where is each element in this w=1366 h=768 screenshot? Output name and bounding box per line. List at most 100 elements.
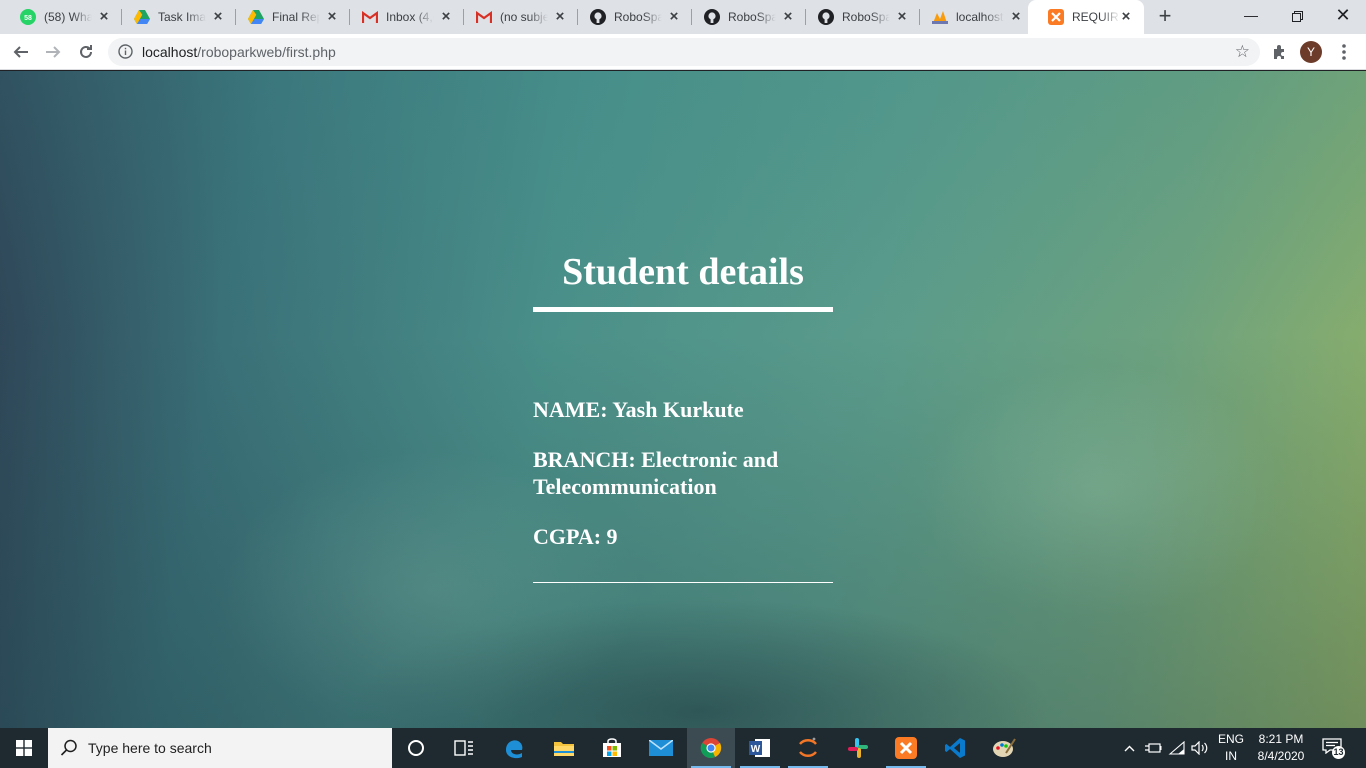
search-icon xyxy=(60,739,78,762)
forward-button[interactable] xyxy=(39,38,67,66)
edge-icon[interactable] xyxy=(490,728,538,768)
store-icon[interactable] xyxy=(588,728,636,768)
restore-button[interactable] xyxy=(1274,0,1320,30)
student-branch: BRANCH: Electronic and Telecommunication xyxy=(533,447,779,499)
mail-icon[interactable] xyxy=(637,728,685,768)
close-icon[interactable]: × xyxy=(96,9,112,25)
file-explorer-icon[interactable] xyxy=(540,728,588,768)
whatsapp-icon: 58 xyxy=(20,9,36,25)
search-placeholder: Type here to search xyxy=(88,740,212,756)
tab-title: REQUIRE xyxy=(1072,10,1120,24)
gmail-icon xyxy=(476,9,492,25)
browser-toolbar: localhost/roboparkweb/first.php ☆ xyxy=(0,34,1366,70)
close-icon[interactable]: × xyxy=(324,9,340,25)
windows-taskbar: Type here to search W ENG IN 8:21 PM 8/4… xyxy=(0,728,1366,768)
task-view-icon[interactable] xyxy=(440,728,488,768)
bottom-divider xyxy=(533,582,833,583)
tab-title: RoboSpark xyxy=(614,10,662,24)
wifi-icon[interactable] xyxy=(1167,728,1187,768)
vscode-icon[interactable] xyxy=(931,728,979,768)
student-name: NAME: Yash Kurkute xyxy=(533,397,744,422)
slack-icon[interactable] xyxy=(834,728,882,768)
back-button[interactable] xyxy=(7,38,35,66)
region-code: IN xyxy=(1225,749,1237,763)
page-title: Student details xyxy=(533,249,833,312)
new-tab-button[interactable]: + xyxy=(1153,5,1177,29)
close-icon[interactable]: × xyxy=(438,9,454,25)
tab-github-3[interactable]: RoboSpark × xyxy=(798,0,920,34)
tab-title: (no subject xyxy=(500,10,548,24)
tab-title: Inbox (4,6 xyxy=(386,10,434,24)
language-code: ENG xyxy=(1217,732,1244,746)
tab-github-1[interactable]: RoboSpark × xyxy=(570,0,692,34)
tab-xampp-active[interactable]: REQUIRE × xyxy=(1028,0,1144,34)
browser-menu-button[interactable] xyxy=(1330,38,1358,66)
forward-arrow-icon xyxy=(46,46,61,58)
close-window-button[interactable]: ✕ xyxy=(1320,0,1366,30)
chrome-icon[interactable] xyxy=(687,728,735,768)
github-icon xyxy=(704,9,720,25)
tab-strip: 58 (58) WhatsApp × Task Images × Final R… xyxy=(0,0,1366,34)
tab-title: Task Images xyxy=(158,10,206,24)
close-icon[interactable]: × xyxy=(780,9,796,25)
tab-task-images[interactable]: Task Images × xyxy=(114,0,236,34)
clock-time: 8:21 PM xyxy=(1258,732,1304,746)
tab-final-report[interactable]: Final Report × xyxy=(228,0,350,34)
gmail-icon xyxy=(362,9,378,25)
close-icon[interactable]: × xyxy=(1008,9,1024,25)
close-icon[interactable]: × xyxy=(552,9,568,25)
bookmark-star-icon[interactable]: ☆ xyxy=(1235,43,1250,61)
start-button[interactable] xyxy=(0,728,48,768)
back-arrow-icon xyxy=(13,46,28,58)
tab-gmail-inbox[interactable]: Inbox (4,6 × xyxy=(342,0,464,34)
cortana-icon[interactable] xyxy=(392,728,440,768)
student-details-card: Student details NAME: Yash Kurkute BRANC… xyxy=(533,249,833,583)
xampp-icon[interactable] xyxy=(882,728,930,768)
tab-github-2[interactable]: RoboSpark × xyxy=(684,0,806,34)
paint-icon[interactable] xyxy=(980,728,1028,768)
taskbar-search-box[interactable]: Type here to search xyxy=(48,728,392,768)
clock-date: 8/4/2020 xyxy=(1257,749,1305,763)
page-background: Student details NAME: Yash Kurkute BRANC… xyxy=(0,71,1366,728)
kebab-menu-icon xyxy=(1342,44,1346,60)
word-icon[interactable]: W xyxy=(736,728,784,768)
minimize-button[interactable]: — xyxy=(1228,0,1274,30)
reload-icon xyxy=(80,45,92,58)
notification-count: 13 xyxy=(1332,746,1345,759)
battery-icon[interactable] xyxy=(1143,728,1163,768)
github-icon xyxy=(590,9,606,25)
chevron-up-icon[interactable] xyxy=(1120,728,1138,768)
address-bar[interactable]: localhost/roboparkweb/first.php ☆ xyxy=(108,38,1260,66)
action-center-button[interactable]: 13 xyxy=(1322,738,1345,759)
system-clock[interactable]: 8:21 PM 8/4/2020 xyxy=(1250,731,1312,765)
reload-button[interactable] xyxy=(72,38,100,66)
tab-title: localhost xyxy=(956,10,1004,24)
jupyter-icon[interactable] xyxy=(784,728,832,768)
tab-title: RoboSpark xyxy=(728,10,776,24)
puzzle-icon xyxy=(1274,45,1284,59)
google-drive-icon xyxy=(248,9,264,25)
github-icon xyxy=(818,9,834,25)
windows-logo-icon xyxy=(16,740,32,756)
phpmyadmin-icon xyxy=(932,9,948,25)
close-icon[interactable]: × xyxy=(894,9,910,25)
url-text[interactable]: localhost/roboparkweb/first.php xyxy=(142,44,336,60)
tab-gmail-no-subject[interactable]: (no subject × xyxy=(456,0,578,34)
close-icon[interactable]: × xyxy=(666,9,682,25)
volume-icon[interactable] xyxy=(1190,728,1210,768)
student-cgpa: CGPA: 9 xyxy=(533,524,618,549)
url-path: /roboparkweb/first.php xyxy=(197,44,336,60)
close-icon[interactable]: × xyxy=(210,9,226,25)
tab-title: Final Report xyxy=(272,10,320,24)
close-icon[interactable]: × xyxy=(1118,9,1134,25)
language-indicator[interactable]: ENG IN xyxy=(1216,731,1246,765)
google-drive-icon xyxy=(134,9,150,25)
tab-phpmyadmin[interactable]: localhost × xyxy=(912,0,1034,34)
profile-avatar[interactable]: Y xyxy=(1300,41,1322,63)
tab-title: RoboSpark xyxy=(842,10,890,24)
tab-whatsapp[interactable]: 58 (58) WhatsApp × xyxy=(0,0,122,34)
svg-text:W: W xyxy=(751,744,761,755)
extensions-button[interactable] xyxy=(1266,38,1294,66)
info-icon[interactable] xyxy=(118,44,133,64)
xampp-icon xyxy=(1048,9,1064,25)
